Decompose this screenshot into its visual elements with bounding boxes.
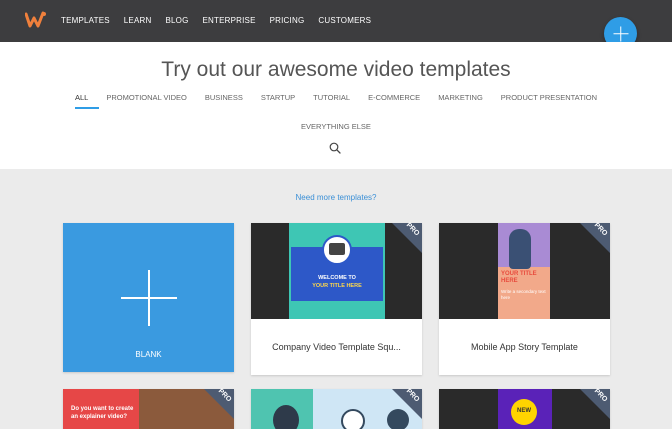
avatar-icon [341,409,365,429]
nav-customers[interactable]: CUSTOMERS [318,15,371,27]
templates-hero: Try out our awesome video templates ALL … [0,42,672,169]
top-navigation-bar: TEMPLATES LEARN BLOG ENTERPRISE PRICING … [0,0,672,42]
thumb-title: YOUR TITLE HERE [501,271,537,284]
template-card[interactable]: WELCOME TO YOUR TITLE HERE PRO Company V… [251,222,422,375]
tab-product-presentation[interactable]: PRODUCT PRESENTATION [501,93,597,103]
category-tabs-row2: EVERYTHING ELSE [0,116,672,134]
category-tabs: ALL PROMOTIONAL VIDEO BUSINESS STARTUP T… [0,93,672,103]
tab-tutorial[interactable]: TUTORIAL [313,93,350,103]
blank-template-card[interactable]: BLANK [63,223,234,372]
tab-everything-else[interactable]: EVERYTHING ELSE [301,122,371,132]
pro-badge: PRO [392,388,422,419]
page-title: Try out our awesome video templates [161,58,511,81]
nav-blog[interactable]: BLOG [165,15,188,27]
tab-startup[interactable]: STARTUP [261,93,295,103]
new-badge: NEW [517,408,531,414]
tab-promotional-video[interactable]: PROMOTIONAL VIDEO [106,93,187,103]
character-figure [273,405,299,429]
tab-all[interactable]: ALL [75,93,88,103]
thumb-subtitle: Write a secondary text here [501,289,546,300]
template-card[interactable]: NEW PRO [439,388,610,429]
nav-pricing[interactable]: PRICING [270,15,305,27]
template-card[interactable]: Do you want to create an explainer video… [63,388,234,429]
main-nav: TEMPLATES LEARN BLOG ENTERPRISE PRICING … [61,15,371,27]
thumb-title: WELCOME TO [318,275,356,281]
template-card[interactable]: PRO [251,388,422,429]
template-caption: Company Video Template Squ... [272,342,401,352]
nav-templates[interactable]: TEMPLATES [61,15,110,27]
nav-learn[interactable]: LEARN [124,15,152,27]
tab-e-commerce[interactable]: E-COMMERCE [368,93,420,103]
active-tab-indicator [75,107,99,109]
pro-badge: PRO [580,222,610,253]
brand-logo-icon[interactable] [25,10,47,30]
tab-business[interactable]: BUSINESS [205,93,243,103]
blank-label: BLANK [135,350,162,359]
character-figure [509,229,531,269]
plus-icon-vertical [148,270,150,326]
pro-badge: PRO [392,222,422,253]
pro-badge: PRO [580,388,610,419]
template-caption: Mobile App Story Template [471,342,578,352]
search-icon[interactable] [329,142,341,154]
template-card[interactable]: YOUR TITLE HERE Write a secondary text h… [439,222,610,375]
thumb-subtitle: YOUR TITLE HERE [312,283,362,289]
thumb-text: Do you want to create an explainer video… [71,406,134,420]
camera-icon [329,243,345,255]
pro-badge: PRO [204,388,234,419]
need-more-templates-link[interactable]: Need more templates? [0,193,672,202]
tab-marketing[interactable]: MARKETING [438,93,483,103]
nav-enterprise[interactable]: ENTERPRISE [203,15,256,27]
